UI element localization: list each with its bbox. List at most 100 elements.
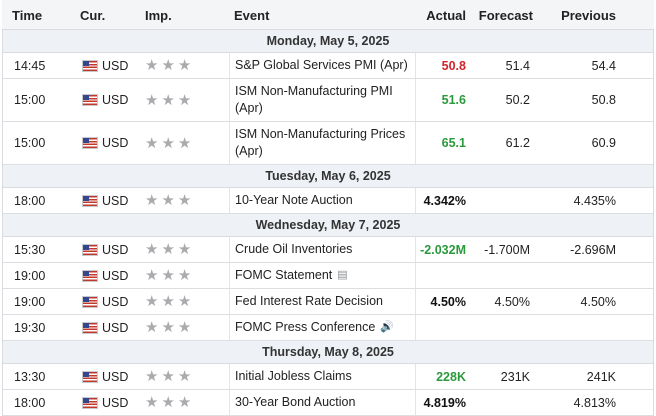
day-header: Thursday, May 8, 2025 (3, 341, 653, 364)
event-time: 15:00 (14, 136, 46, 150)
star-icon: ★ (161, 319, 175, 336)
event-row[interactable]: 14:45 USD ★ ★ ★ S&P Global Services PMI (Apr)… (3, 53, 653, 79)
us-flag-icon (82, 237, 98, 262)
event-name-cell: Crude Oil Inventories (235, 237, 415, 262)
star-icon: ★ (161, 368, 175, 385)
event-row[interactable]: 19:00 USD ★ ★ ★ Fed Interest Rate Decision 4.5… (3, 289, 653, 315)
event-name-link[interactable]: S&P Global Services PMI (Apr) (235, 57, 408, 74)
event-actual: 4.342% (423, 193, 466, 208)
col-event-header[interactable]: Event (234, 8, 269, 23)
event-actual: 65.1 (441, 136, 466, 150)
us-flag-graphic (82, 194, 98, 207)
event-name-link[interactable]: FOMC Press Conference (235, 319, 375, 336)
event-time: 18:00 (14, 193, 46, 208)
divider (229, 263, 230, 288)
us-flag-icon (82, 79, 98, 121)
star-icon: ★ (177, 394, 192, 411)
event-time: 13:30 (14, 369, 46, 384)
event-name-cell: ISM Non-Manufacturing PMI (Apr) (235, 79, 415, 121)
us-flag-graphic (82, 370, 98, 383)
event-previous: 50.8 (591, 93, 616, 107)
divider (415, 289, 416, 314)
event-actual: 228K (436, 369, 466, 384)
us-flag-icon (82, 53, 98, 78)
divider (415, 390, 416, 415)
col-forecast-header[interactable]: Forecast (479, 8, 533, 23)
event-name-link[interactable]: Crude Oil Inventories (235, 241, 352, 258)
event-currency: USD (102, 193, 129, 208)
divider (415, 263, 416, 288)
event-previous: 4.435% (573, 193, 616, 208)
event-name-link[interactable]: ISM Non-Manufacturing Prices (Apr) (235, 126, 415, 160)
star-icon: ★ (161, 394, 175, 411)
event-row[interactable]: 13:30 USD ★ ★ ★ Initial Jobless Claims 228K 231… (3, 364, 653, 390)
divider (229, 237, 230, 262)
us-flag-graphic (82, 269, 98, 282)
star-icon: ★ (145, 368, 159, 385)
importance-stars: ★ ★ ★ (145, 79, 191, 121)
document-icon[interactable]: ▤ (337, 267, 347, 284)
star-icon: ★ (161, 192, 175, 209)
event-row[interactable]: 15:30 USD ★ ★ ★ Crude Oil Inventories -2.032M -… (3, 237, 653, 263)
event-name-link[interactable]: FOMC Statement (235, 267, 332, 284)
col-currency-header[interactable]: Cur. (80, 8, 105, 23)
star-icon: ★ (145, 241, 159, 258)
event-row[interactable]: 19:30 USD ★ ★ ★ FOMC Press Conference 🔊 (3, 315, 653, 341)
star-icon: ★ (161, 293, 175, 310)
us-flag-icon (82, 289, 98, 314)
event-time: 19:00 (14, 294, 46, 309)
event-name-cell: ISM Non-Manufacturing Prices (Apr) (235, 122, 415, 164)
event-name-link[interactable]: ISM Non-Manufacturing PMI (Apr) (235, 83, 415, 117)
event-name-link[interactable]: 30-Year Bond Auction (235, 394, 355, 411)
star-icon: ★ (177, 134, 192, 152)
col-time-header[interactable]: Time (12, 8, 42, 23)
event-currency: USD (102, 58, 129, 73)
event-forecast: 61.2 (505, 136, 530, 150)
event-row[interactable]: 18:00 USD ★ ★ ★ 30-Year Bond Auction 4.819% 4.8… (3, 390, 653, 416)
speaker-icon[interactable]: 🔊 (380, 319, 394, 336)
event-currency: USD (102, 136, 129, 150)
star-icon: ★ (145, 319, 159, 336)
star-icon: ★ (177, 57, 192, 74)
star-icon: ★ (161, 57, 175, 74)
divider (229, 53, 230, 78)
star-icon: ★ (177, 267, 192, 284)
divider (229, 289, 230, 314)
importance-stars: ★ ★ ★ (145, 122, 191, 164)
event-row[interactable]: 19:00 USD ★ ★ ★ FOMC Statement ▤ (3, 263, 653, 289)
event-forecast: 4.50% (494, 294, 530, 309)
event-previous: 4.50% (580, 294, 616, 309)
star-icon: ★ (145, 134, 159, 152)
divider (415, 315, 416, 340)
event-name-cell: FOMC Press Conference 🔊 (235, 315, 415, 340)
divider (415, 364, 416, 389)
event-currency: USD (102, 395, 129, 410)
col-previous-header[interactable]: Previous (561, 8, 616, 23)
star-icon: ★ (145, 293, 159, 310)
event-previous: 54.4 (591, 58, 616, 73)
us-flag-icon (82, 122, 98, 164)
event-currency: USD (102, 268, 129, 283)
us-flag-icon (82, 188, 98, 213)
divider (415, 188, 416, 213)
us-flag-icon (82, 263, 98, 288)
star-icon: ★ (177, 319, 192, 336)
event-row[interactable]: 18:00 USD ★ ★ ★ 10-Year Note Auction 4.342% 4.4… (3, 188, 653, 214)
event-time: 19:30 (14, 320, 46, 335)
star-icon: ★ (145, 267, 159, 284)
event-name-link[interactable]: 10-Year Note Auction (235, 192, 353, 209)
col-importance-header[interactable]: Imp. (145, 8, 172, 23)
event-name-link[interactable]: Initial Jobless Claims (235, 368, 352, 385)
event-name-link[interactable]: Fed Interest Rate Decision (235, 293, 383, 310)
event-time: 18:00 (14, 395, 46, 410)
us-flag-icon (82, 364, 98, 389)
event-actual: 50.8 (441, 58, 466, 73)
event-row[interactable]: 15:00 USD ★ ★ ★ ISM Non-Manufacturing Prices … (3, 122, 653, 165)
col-actual-header[interactable]: Actual (426, 8, 466, 23)
us-flag-graphic (82, 396, 98, 409)
table-header: Time Cur. Imp. Event Actual Forecast Pre… (2, 0, 654, 30)
star-icon: ★ (145, 192, 159, 209)
divider (229, 188, 230, 213)
event-row[interactable]: 15:00 USD ★ ★ ★ ISM Non-Manufacturing PMI (Ap… (3, 79, 653, 122)
star-icon: ★ (177, 192, 192, 209)
